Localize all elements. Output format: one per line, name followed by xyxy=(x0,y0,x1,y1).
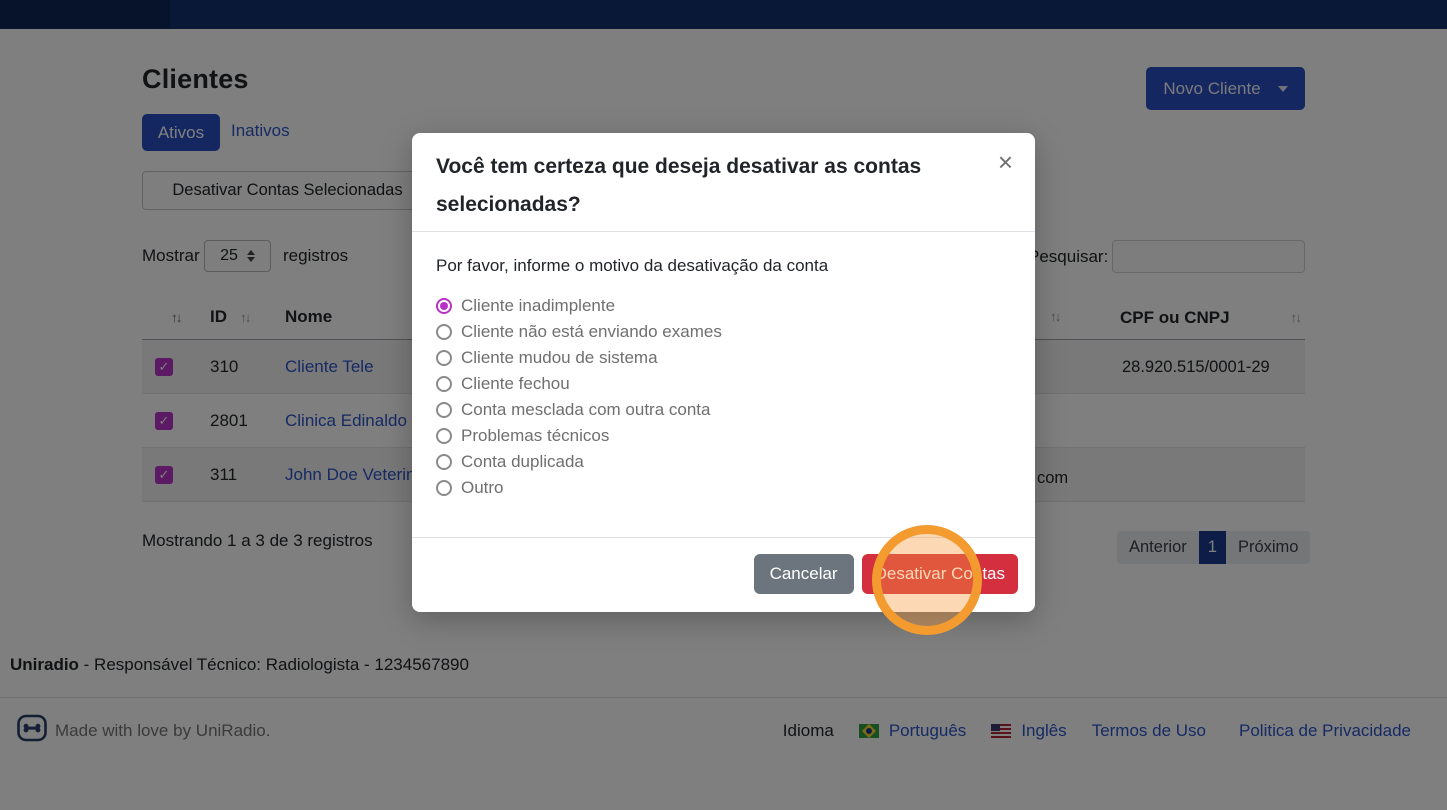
reason-option[interactable]: Outro xyxy=(436,475,1011,501)
modal-body: Por favor, informe o motivo da desativaç… xyxy=(412,232,1035,537)
reason-option[interactable]: Cliente não está enviando exames xyxy=(436,319,1011,345)
modal-header: Você tem certeza que deseja desativar as… xyxy=(412,133,1035,232)
radio-icon[interactable] xyxy=(436,324,452,340)
close-icon[interactable]: × xyxy=(998,149,1013,175)
reason-label: Cliente não está enviando exames xyxy=(461,322,722,342)
reason-label: Cliente mudou de sistema xyxy=(461,348,658,368)
radio-icon[interactable] xyxy=(436,350,452,366)
reason-label: Conta duplicada xyxy=(461,452,584,472)
highlight-annotation xyxy=(872,525,982,635)
radio-icon[interactable] xyxy=(436,376,452,392)
reason-label: Problemas técnicos xyxy=(461,426,609,446)
reason-option[interactable]: Cliente fechou xyxy=(436,371,1011,397)
radio-icon[interactable] xyxy=(436,428,452,444)
reason-option[interactable]: Cliente mudou de sistema xyxy=(436,345,1011,371)
reason-option[interactable]: Conta duplicada xyxy=(436,449,1011,475)
reason-option[interactable]: Problemas técnicos xyxy=(436,423,1011,449)
reason-label: Conta mesclada com outra conta xyxy=(461,400,710,420)
reason-label: Outro xyxy=(461,478,504,498)
reason-option[interactable]: Cliente inadimplente xyxy=(436,293,1011,319)
modal-title: Você tem certeza que deseja desativar as… xyxy=(436,148,975,224)
cancel-button[interactable]: Cancelar xyxy=(754,554,854,594)
reason-label: Cliente inadimplente xyxy=(461,296,615,316)
reason-option[interactable]: Conta mesclada com outra conta xyxy=(436,397,1011,423)
radio-icon[interactable] xyxy=(436,454,452,470)
modal-prompt: Por favor, informe o motivo da desativaç… xyxy=(436,256,1011,276)
radio-icon[interactable] xyxy=(436,298,452,314)
radio-icon[interactable] xyxy=(436,480,452,496)
reason-label: Cliente fechou xyxy=(461,374,570,394)
radio-icon[interactable] xyxy=(436,402,452,418)
